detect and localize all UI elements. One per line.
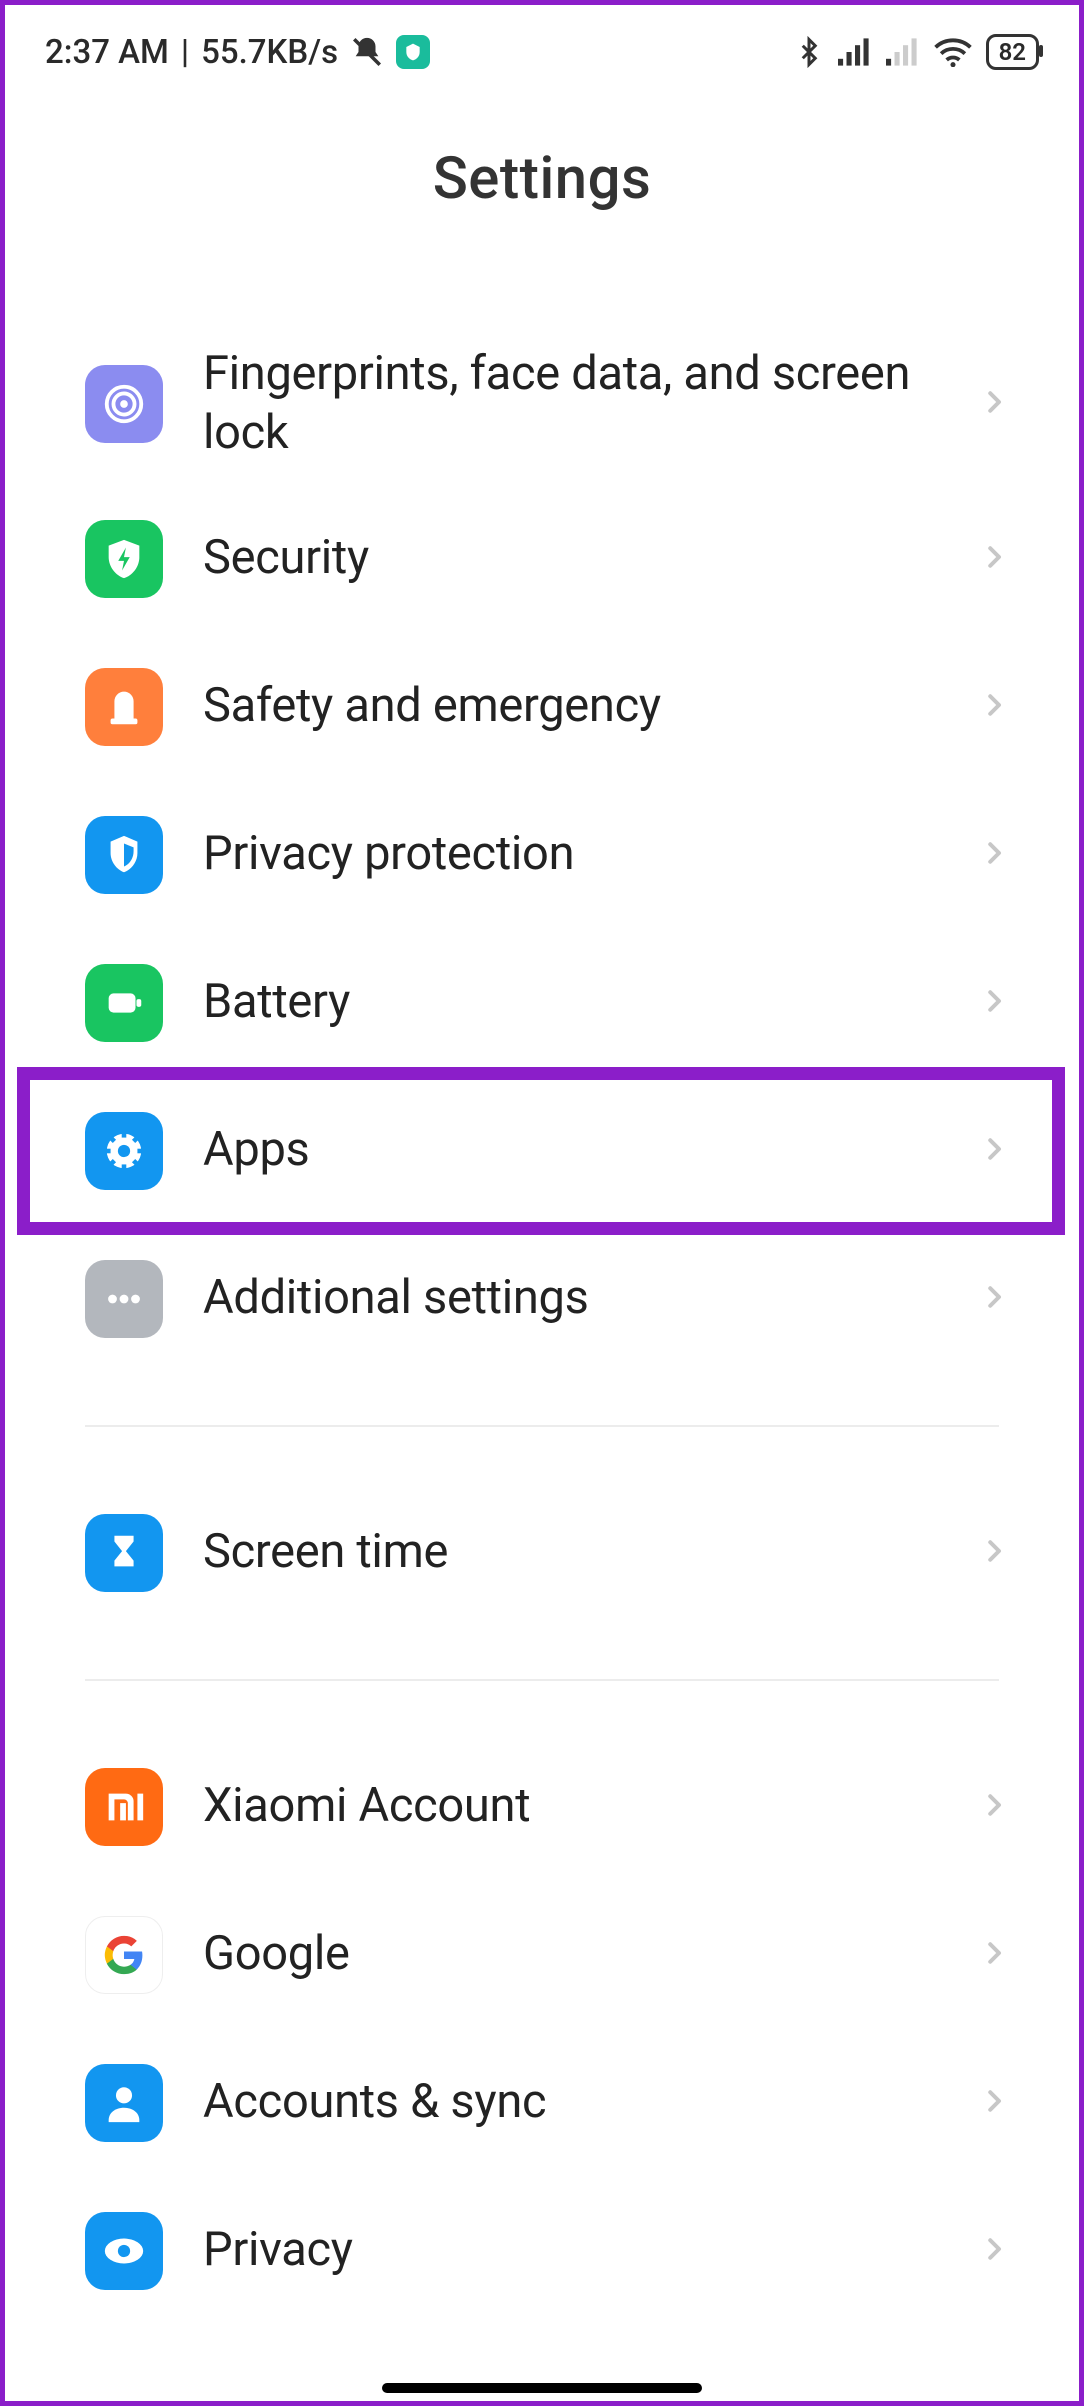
signal-1-icon [838,38,872,66]
home-indicator [382,2383,702,2393]
settings-row-label: Privacy [163,2221,979,2280]
siren-icon [85,668,163,746]
settings-row-label: Security [163,529,979,588]
gear-icon [85,1112,163,1190]
settings-row-apps[interactable]: Apps [15,1077,1069,1225]
hourglass-icon [85,1514,163,1592]
person-icon [85,2064,163,2142]
chevron-right-icon [979,537,1009,581]
settings-row-google[interactable]: Google [15,1881,1069,2029]
settings-row-accounts-sync[interactable]: Accounts & sync [15,2029,1069,2177]
app-badge-icon [396,35,430,69]
page-title: Settings [5,145,1079,213]
bluetooth-icon [794,35,824,69]
settings-row-safety[interactable]: Safety and emergency [15,633,1069,781]
chevron-right-icon [979,981,1009,1025]
settings-list: Fingerprints, face data, and screen lock… [5,323,1079,2325]
status-left: 2:37 AM | 55.7KB/s [45,33,430,72]
battery-icon [85,964,163,1042]
status-right: 82 [794,34,1039,70]
mi-logo-icon [85,1768,163,1846]
chevron-right-icon [979,2081,1009,2125]
settings-row-privacy[interactable]: Privacy [15,2177,1069,2325]
battery-indicator: 82 [986,34,1039,70]
chevron-right-icon [979,1531,1009,1575]
privacy-shield-icon [85,816,163,894]
settings-row-label: Safety and emergency [163,677,979,736]
settings-row-battery[interactable]: Battery [15,929,1069,1077]
settings-row-label: Xiaomi Account [163,1777,979,1836]
eye-icon [85,2212,163,2290]
settings-row-label: Fingerprints, face data, and screen lock [163,345,979,463]
settings-row-screen-time[interactable]: Screen time [15,1479,1069,1627]
settings-row-label: Accounts & sync [163,2073,979,2132]
settings-row-label: Google [163,1925,979,1984]
settings-row-label: Privacy protection [163,825,979,884]
settings-row-xiaomi-account[interactable]: Xiaomi Account [15,1733,1069,1881]
fingerprint-icon [85,365,163,443]
status-bar: 2:37 AM | 55.7KB/s 82 [5,5,1079,85]
settings-row-security[interactable]: Security [15,485,1069,633]
section-divider [85,1425,999,1427]
google-icon [85,1916,163,1994]
status-time: 2:37 AM [45,33,169,72]
chevron-right-icon [979,1129,1009,1173]
settings-row-fingerprints[interactable]: Fingerprints, face data, and screen lock [15,323,1069,485]
chevron-right-icon [979,1277,1009,1321]
chevron-right-icon [979,1933,1009,1977]
section-divider [85,1679,999,1681]
chevron-right-icon [979,833,1009,877]
settings-row-label: Apps [163,1121,979,1180]
status-net-speed: 55.7KB/s [201,33,338,72]
silent-icon [350,35,384,69]
settings-row-label: Additional settings [163,1269,979,1328]
shield-bolt-icon [85,520,163,598]
settings-row-privacy-protection[interactable]: Privacy protection [15,781,1069,929]
settings-row-label: Screen time [163,1523,979,1582]
settings-row-label: Battery [163,973,979,1032]
signal-2-icon [886,38,920,66]
more-icon [85,1260,163,1338]
chevron-right-icon [979,382,1009,426]
settings-row-additional[interactable]: Additional settings [15,1225,1069,1373]
chevron-right-icon [979,1785,1009,1829]
wifi-icon [934,37,972,67]
chevron-right-icon [979,2229,1009,2273]
chevron-right-icon [979,685,1009,729]
